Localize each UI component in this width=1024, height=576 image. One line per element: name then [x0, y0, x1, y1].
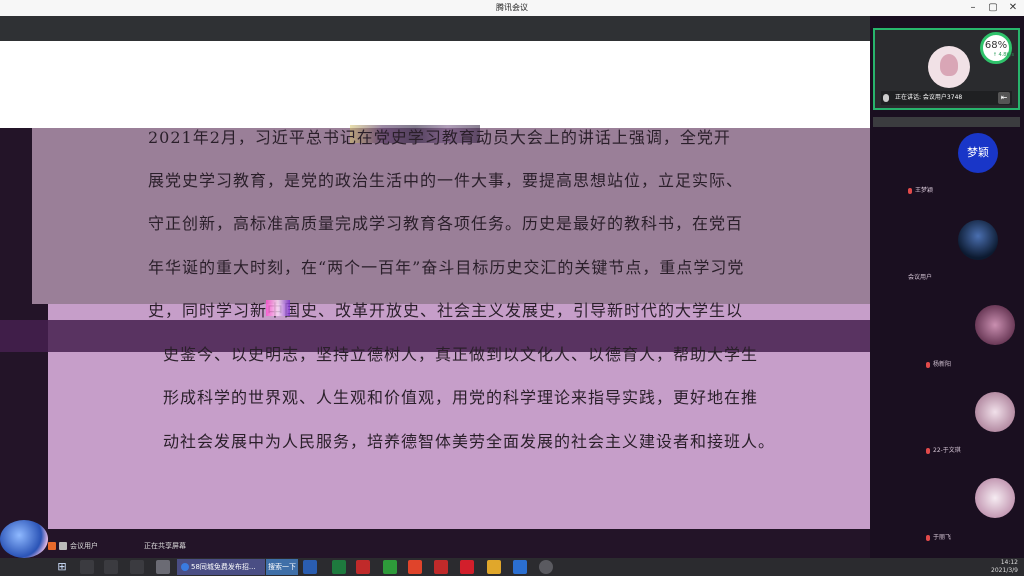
slide-text-line: 形成科学的世界观、人生观和价值观，用党的科学理论来指导实践，更好地在推	[163, 388, 759, 407]
task-view-icon[interactable]	[104, 560, 118, 574]
participant-name: 杨新阳	[926, 359, 951, 368]
settings-icon[interactable]	[156, 560, 170, 574]
windows-taskbar: ⊞ 58同城免费发布招... 搜索一下 14:12 2021/3/9	[0, 558, 1024, 576]
minimize-button[interactable]: –	[966, 1, 980, 15]
speaker-avatar	[928, 46, 970, 88]
taskbar-app-search[interactable]: 搜索一下	[266, 559, 298, 575]
mic-muted-icon	[908, 187, 912, 194]
app-green-icon[interactable]	[383, 560, 397, 574]
self-label: 会议用户	[70, 542, 98, 550]
slide-text-line: 史，同时学习新中国史、改革开放史、社会主义发展史，引导新时代的大学生以	[148, 301, 744, 320]
participant-name: 会议用户	[908, 274, 933, 281]
shared-screen-blank-area	[0, 41, 870, 128]
clock-date: 2021/3/9	[991, 567, 1018, 574]
maximize-button[interactable]: ▢	[986, 1, 1000, 15]
close-button[interactable]: ✕	[1006, 1, 1020, 15]
speaker-label-text: 正在讲话: 会议用户3748	[895, 94, 963, 101]
slide-text-line: 2021年2月，习近平总书记在党史学习教育动员大会上的讲话上强调，全党开	[148, 128, 731, 147]
mic-muted-icon	[926, 361, 930, 368]
network-percent: 68%	[984, 40, 1008, 51]
wechat-icon[interactable]	[332, 560, 346, 574]
speaker-label-bar: 正在讲话: 会议用户3748 ⇤	[881, 91, 1012, 105]
chrome-icon[interactable]	[408, 560, 422, 574]
active-speaker-card[interactable]: 68% ↑ 4.8K/s 正在讲话: 会议用户3748 ⇤	[873, 28, 1020, 110]
participant-name: 王梦颖	[908, 185, 933, 194]
slide-text-line: 史鉴今、以史明志，坚持立德树人，真正做到以文化人、以德育人，帮助大学生	[163, 345, 759, 364]
window-title: 腾讯会议	[496, 3, 528, 12]
mascot-sticker	[0, 520, 48, 558]
sharing-status: 正在共享屏幕	[144, 542, 186, 550]
slide-text-line: 守正创新，高标准高质量完成学习教育各项任务。历史是最好的教科书，在党百	[148, 214, 744, 233]
start-button[interactable]: ⊞	[56, 559, 68, 575]
pdf-icon[interactable]	[460, 560, 474, 574]
network-speed: ↑ 4.8K/s	[992, 52, 1014, 58]
shared-screen-topbar	[0, 16, 870, 41]
app-red2-icon[interactable]	[434, 560, 448, 574]
slide-text-line: 动社会发展中为人民服务，培养德智体美劳全面发展的社会主义建设者和接班人。	[163, 432, 776, 451]
mic-icon[interactable]	[59, 542, 67, 550]
mic-muted-icon	[926, 534, 930, 541]
slide-text-line: 展党史学习教育，是党的政治生活中的一件大事，要提高思想站位，立足实际、	[148, 171, 744, 190]
window-titlebar: 腾讯会议 – ▢ ✕	[0, 0, 1024, 17]
participant-avatar[interactable]	[975, 392, 1015, 432]
collapse-arrow-icon[interactable]: ⇤	[998, 92, 1010, 104]
system-tray-clock[interactable]: 14:12 2021/3/9	[991, 559, 1018, 575]
participant-name: 于丽飞	[926, 532, 951, 541]
video-card-placeholder	[873, 117, 1020, 127]
participant-avatar[interactable]: 梦颖	[958, 133, 998, 173]
mic-muted-icon	[926, 447, 930, 454]
participant-name: 22-于文琪	[926, 445, 961, 454]
word-icon[interactable]	[303, 560, 317, 574]
folder-icon[interactable]	[487, 560, 501, 574]
network-quality-gauge[interactable]: 68%	[980, 32, 1012, 64]
self-controls: 会议用户 正在共享屏幕	[48, 541, 186, 551]
tencent-meeting-icon[interactable]	[513, 560, 527, 574]
slide-text-line: 年华诞的重大时刻，在“两个一百年”奋斗目标历史交汇的关键节点，重点学习党	[148, 258, 745, 277]
user-icon[interactable]	[48, 542, 56, 550]
taskbar-app-browser[interactable]: 58同城免费发布招...	[177, 559, 265, 575]
user-avatar-icon[interactable]	[539, 560, 553, 574]
clock-time: 14:12	[1000, 559, 1018, 566]
cursor-artifact	[266, 300, 290, 316]
search-icon[interactable]	[80, 560, 94, 574]
participant-avatar[interactable]	[975, 478, 1015, 518]
participant-avatar[interactable]	[975, 305, 1015, 345]
mic-icon	[883, 94, 889, 102]
participant-avatar[interactable]	[958, 220, 998, 260]
app-red-icon[interactable]	[356, 560, 370, 574]
browser-icon[interactable]	[130, 560, 144, 574]
